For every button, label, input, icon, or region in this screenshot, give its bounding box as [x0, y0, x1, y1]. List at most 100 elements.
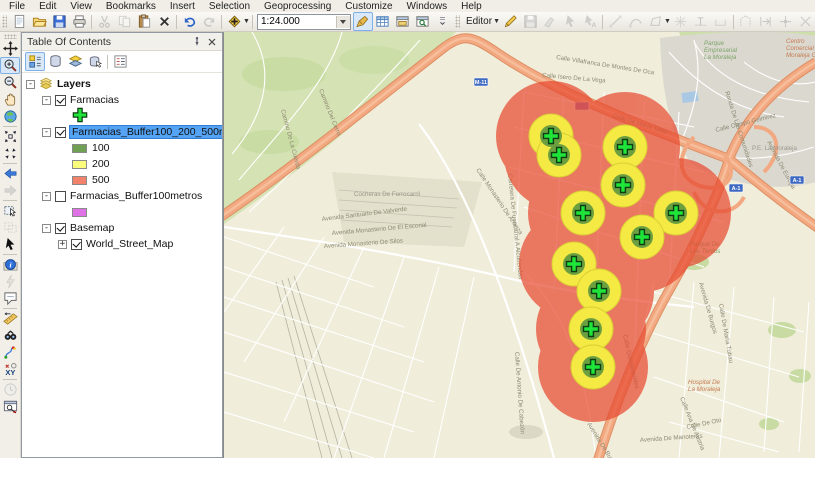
- collapse-icon[interactable]: -: [26, 80, 35, 89]
- pan-extent-tool[interactable]: [0, 40, 20, 57]
- layer-label[interactable]: Farmacias: [70, 94, 119, 106]
- split-tool[interactable]: [756, 12, 776, 31]
- save-button[interactable]: [49, 12, 69, 31]
- list-by-source-button[interactable]: [45, 52, 65, 71]
- collapse-icon[interactable]: -: [42, 192, 51, 201]
- reshape-feature-tool[interactable]: [736, 12, 756, 31]
- layer-label[interactable]: Basemap: [70, 222, 114, 234]
- previous-extent-button[interactable]: [0, 165, 20, 182]
- legend-swatch[interactable]: [72, 176, 87, 185]
- menu-item-view[interactable]: View: [63, 1, 99, 12]
- layer-label[interactable]: 100: [92, 142, 110, 154]
- full-extent-button[interactable]: [0, 108, 20, 125]
- identify-tool[interactable]: i: [0, 256, 20, 273]
- pin-icon[interactable]: [189, 35, 204, 49]
- list-by-drawing-order-button[interactable]: [25, 52, 45, 71]
- map-view[interactable]: Camino De La CuerdaCamino Del CerroAveni…: [223, 32, 815, 458]
- time-slider-button[interactable]: [0, 381, 20, 398]
- straight-segment-tool[interactable]: [605, 12, 625, 31]
- go-to-xy-tool[interactable]: XY: [0, 361, 20, 378]
- edit-annotation-tool[interactable]: [540, 12, 560, 31]
- collapse-icon[interactable]: -: [42, 128, 51, 137]
- map-scale-combobox[interactable]: [257, 14, 351, 30]
- arc-segment-tool[interactable]: [625, 12, 645, 31]
- select-elements-tool[interactable]: [0, 236, 20, 253]
- layer-label[interactable]: Layers: [57, 78, 91, 90]
- menu-item-bookmarks[interactable]: Bookmarks: [99, 1, 163, 12]
- html-popup-tool[interactable]: [0, 290, 20, 307]
- fixed-zoom-out-button[interactable]: [0, 145, 20, 162]
- catalog-window-button[interactable]: [393, 12, 413, 31]
- menu-item-help[interactable]: Help: [454, 1, 489, 12]
- paste-button[interactable]: [134, 12, 154, 31]
- table-window-button[interactable]: [373, 12, 393, 31]
- collapse-icon[interactable]: -: [42, 224, 51, 233]
- point-tool[interactable]: [671, 12, 691, 31]
- undo-button[interactable]: [179, 12, 199, 31]
- add-data-button[interactable]: [224, 12, 244, 31]
- find-route-tool[interactable]: [0, 344, 20, 361]
- menu-item-windows[interactable]: Windows: [400, 1, 455, 12]
- move-node-tool[interactable]: [776, 12, 796, 31]
- layer-label[interactable]: 200: [92, 158, 110, 170]
- legend-swatch[interactable]: [72, 208, 87, 217]
- hyperlink-tool[interactable]: [0, 273, 20, 290]
- midpoint-tool[interactable]: [691, 12, 711, 31]
- scale-dropdown-arrow[interactable]: [336, 16, 350, 28]
- editor-toolbar-toggle[interactable]: [353, 12, 373, 31]
- zoom-in-tool[interactable]: [0, 57, 20, 74]
- menu-item-file[interactable]: File: [2, 1, 32, 12]
- layer-visibility-checkbox[interactable]: [55, 191, 66, 202]
- next-extent-button[interactable]: [0, 182, 20, 199]
- list-by-selection-button[interactable]: [85, 52, 105, 71]
- toolbar-overflow-button[interactable]: [433, 12, 453, 31]
- measure-tool[interactable]: [0, 310, 20, 327]
- pan-tool[interactable]: [0, 91, 20, 108]
- menu-item-selection[interactable]: Selection: [202, 1, 257, 12]
- annotation-arrow-tool[interactable]: A: [580, 12, 600, 31]
- layer-label[interactable]: Farmacias_Buffer100_200_500m: [70, 126, 222, 138]
- delete-button[interactable]: [154, 12, 174, 31]
- layer-label[interactable]: World_Street_Map: [86, 238, 173, 250]
- menu-item-edit[interactable]: Edit: [32, 1, 63, 12]
- select-features-tool[interactable]: [0, 202, 20, 219]
- cut-button[interactable]: [94, 12, 114, 31]
- legend-swatch[interactable]: [72, 160, 87, 169]
- endpoint-arc-tool[interactable]: [711, 12, 731, 31]
- create-viewer-window-tool[interactable]: [0, 398, 20, 415]
- cut-polygons-tool[interactable]: [796, 12, 815, 31]
- fixed-zoom-in-button[interactable]: [0, 128, 20, 145]
- redo-button[interactable]: [199, 12, 219, 31]
- print-button[interactable]: [69, 12, 89, 31]
- close-icon[interactable]: [204, 35, 219, 49]
- editor-menu-button[interactable]: Editor: [462, 16, 494, 27]
- layer-visibility-checkbox[interactable]: [55, 223, 66, 234]
- save-edits-button[interactable]: [520, 12, 540, 31]
- editor-dropdown-arrow[interactable]: ▼: [493, 18, 500, 25]
- edit-tool[interactable]: [500, 12, 520, 31]
- menu-item-insert[interactable]: Insert: [163, 1, 202, 12]
- collapse-icon[interactable]: -: [42, 96, 51, 105]
- layer-visibility-checkbox[interactable]: [55, 95, 66, 106]
- toc-options-button[interactable]: [110, 52, 130, 71]
- list-by-visibility-button[interactable]: [65, 52, 85, 71]
- menu-item-customize[interactable]: Customize: [338, 1, 399, 12]
- find-tool[interactable]: [0, 327, 20, 344]
- layer-label[interactable]: 500: [92, 174, 110, 186]
- trace-tool[interactable]: [645, 12, 665, 31]
- add-data-button-dropdown-arrow[interactable]: ▼: [243, 18, 250, 25]
- zoom-out-tool[interactable]: [0, 74, 20, 91]
- search-window-button[interactable]: [413, 12, 433, 31]
- scale-input[interactable]: [258, 16, 336, 28]
- layer-visibility-checkbox[interactable]: [55, 127, 66, 138]
- layer-visibility-checkbox[interactable]: [71, 239, 82, 250]
- new-map-button[interactable]: [9, 12, 29, 31]
- edit-vertices-tool[interactable]: [560, 12, 580, 31]
- copy-button[interactable]: [114, 12, 134, 31]
- pharmacy-cross-symbol[interactable]: [72, 107, 88, 126]
- layer-label[interactable]: Farmacias_Buffer100metros: [70, 190, 202, 202]
- expand-icon[interactable]: +: [58, 240, 67, 249]
- trace-tool-dropdown-arrow[interactable]: ▼: [664, 18, 671, 25]
- legend-swatch[interactable]: [72, 144, 87, 153]
- menu-item-geoprocessing[interactable]: Geoprocessing: [257, 1, 338, 12]
